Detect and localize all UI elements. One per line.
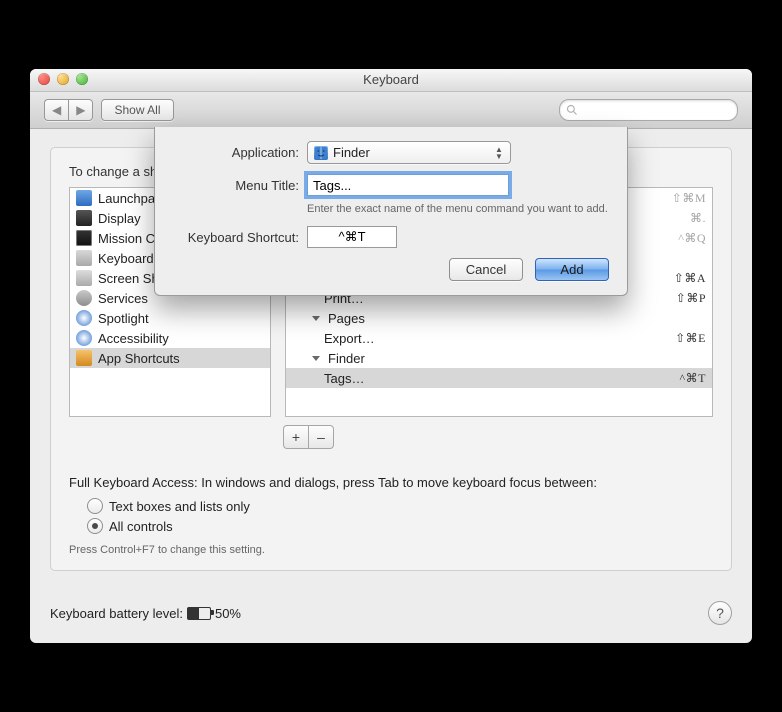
add-button[interactable]: Add [535, 258, 609, 281]
chevron-down-icon [312, 316, 320, 321]
category-item[interactable]: Accessibility [70, 328, 270, 348]
add-shortcut-button[interactable]: + [283, 425, 308, 449]
battery-icon [187, 607, 211, 620]
shortcut-item[interactable]: Export…⇧⌘E [286, 328, 712, 348]
menu-title-input[interactable] [307, 174, 509, 196]
menu-title-label: Menu Title: [173, 178, 307, 193]
battery-label: Keyboard battery level: [50, 606, 183, 621]
zoom-icon[interactable] [76, 73, 88, 85]
back-button[interactable]: ◀ [44, 99, 68, 121]
add-shortcut-sheet: Application: Finder ▲▼ Menu Title: Enter… [154, 127, 628, 296]
application-label: Application: [173, 145, 307, 160]
shortcut-label: Keyboard Shortcut: [173, 230, 307, 245]
shortcut-group[interactable]: Finder [286, 348, 712, 368]
prefs-window: Keyboard ◀ ▶ Show All To change a shortc… [30, 69, 752, 643]
show-all-button[interactable]: Show All [101, 99, 173, 121]
category-item[interactable]: App Shortcuts [70, 348, 270, 368]
forward-button[interactable]: ▶ [68, 99, 93, 121]
search-input[interactable] [559, 99, 738, 121]
nav-segment: ◀ ▶ [44, 99, 93, 121]
shortcut-input[interactable] [307, 226, 397, 248]
close-icon[interactable] [38, 73, 50, 85]
full-keyboard-access-label: Full Keyboard Access: In windows and dia… [69, 475, 713, 490]
footer: Keyboard battery level: 50% ? [30, 587, 752, 643]
finder-icon [314, 146, 328, 160]
application-popup[interactable]: Finder ▲▼ [307, 141, 511, 164]
battery-percent: 50% [215, 606, 241, 621]
cancel-button[interactable]: Cancel [449, 258, 523, 281]
add-remove-buttons: + – [283, 425, 334, 449]
remove-shortcut-button[interactable]: – [308, 425, 334, 449]
category-item[interactable]: Spotlight [70, 308, 270, 328]
menu-title-hint: Enter the exact name of the menu command… [307, 202, 609, 216]
fka-hint: Press Control+F7 to change this setting. [69, 544, 713, 556]
help-button[interactable]: ? [708, 601, 732, 625]
search-icon [566, 104, 578, 116]
toolbar: ◀ ▶ Show All [30, 92, 752, 129]
window-title: Keyboard [363, 72, 419, 87]
radio-text-boxes-only[interactable]: Text boxes and lists only [87, 496, 713, 516]
radio-all-controls[interactable]: All controls [87, 516, 713, 536]
popup-arrows-icon: ▲▼ [492, 146, 506, 160]
titlebar: Keyboard [30, 69, 752, 92]
minimize-icon[interactable] [57, 73, 69, 85]
shortcut-item[interactable]: Tags…^⌘T [286, 368, 712, 388]
chevron-down-icon [312, 356, 320, 361]
shortcut-group[interactable]: Pages [286, 308, 712, 328]
